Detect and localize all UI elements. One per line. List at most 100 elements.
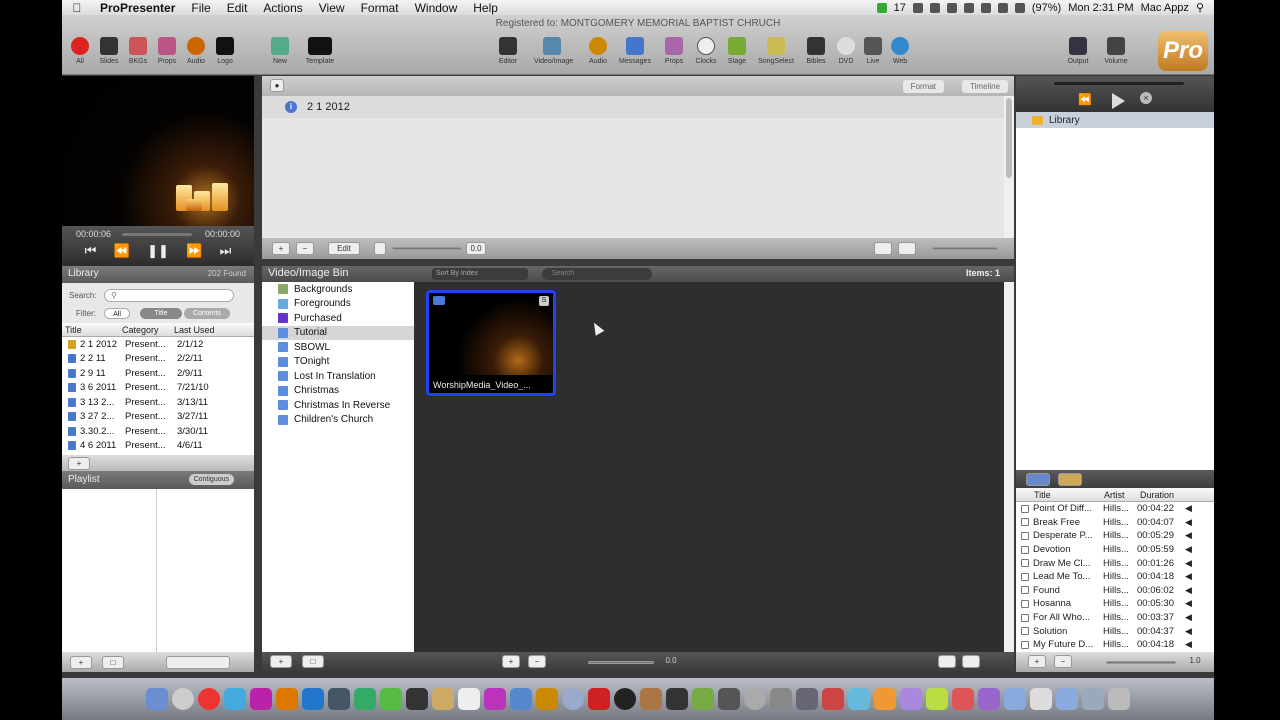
col-song-title[interactable]: Title [1016, 490, 1104, 500]
song-row[interactable]: Break Free Hills... 00:04:07 ◀ [1016, 516, 1214, 530]
bin-folder-item[interactable]: Children's Church [262, 413, 414, 428]
downloads-folder-icon[interactable] [1004, 688, 1026, 710]
audio-folder-button[interactable] [1058, 473, 1082, 486]
menubar-user[interactable]: Mac Appz [1141, 2, 1189, 14]
library-row[interactable]: 3 6 2011 Present... 7/21/10 [62, 381, 254, 396]
play-song-icon[interactable]: ◀ [1185, 612, 1192, 623]
library-add-button[interactable]: + [68, 457, 90, 470]
song-row[interactable]: Found Hills... 00:06:02 ◀ [1016, 584, 1214, 598]
lock-icon[interactable]: ● [270, 79, 284, 92]
filter-title-toggle[interactable]: Title [140, 308, 182, 319]
playlist-body[interactable] [62, 489, 254, 652]
clock-icon[interactable] [963, 2, 974, 13]
filter-select[interactable]: All [104, 308, 130, 319]
documents-icon[interactable] [1030, 688, 1052, 710]
toolbar-output-button[interactable]: Output [1060, 37, 1096, 65]
folder-icon[interactable] [1082, 688, 1104, 710]
col-artist[interactable]: Artist [1104, 490, 1140, 500]
song-row[interactable]: For All Who... Hills... 00:03:37 ◀ [1016, 611, 1214, 625]
toolbar-volume-button[interactable]: Volume [1098, 37, 1134, 65]
app-icon[interactable] [744, 688, 766, 710]
song-row[interactable]: Lead Me To... Hills... 00:04:18 ◀ [1016, 570, 1214, 584]
menu-actions[interactable]: Actions [255, 1, 310, 15]
battery-status[interactable]: (97%) [1032, 2, 1061, 14]
skip-back-icon[interactable]: ⏮ [85, 243, 97, 259]
document-item-row[interactable]: i 2 1 2012 [262, 96, 1004, 118]
menu-help[interactable]: Help [465, 1, 506, 15]
song-row[interactable]: Desperate P... Hills... 00:05:29 ◀ [1016, 529, 1214, 543]
toolbar-new-button[interactable]: New [262, 37, 298, 65]
app-icon[interactable] [926, 688, 948, 710]
app-icon[interactable] [588, 688, 610, 710]
playlist-add-button[interactable]: + [70, 656, 92, 669]
app-icon[interactable] [692, 688, 714, 710]
app-icon[interactable] [614, 688, 636, 710]
toolbar-stage-button[interactable]: Stage [719, 37, 755, 65]
library-row[interactable]: 3 13 2... Present... 3/13/11 [62, 395, 254, 410]
rewind-icon[interactable]: ⏪ [114, 243, 130, 259]
tab-format[interactable]: Format [902, 80, 944, 93]
bin-folder-item[interactable]: Christmas In Reverse [262, 398, 414, 413]
menu-app[interactable]: ProPresenter [92, 1, 183, 15]
grid-view-icon[interactable] [874, 242, 892, 255]
app-icon[interactable] [952, 688, 974, 710]
col-title[interactable]: Title [62, 325, 122, 335]
audio-view-button[interactable] [1026, 473, 1050, 486]
action-badge-icon[interactable]: S [539, 296, 549, 306]
skip-forward-icon[interactable]: ⏭ [220, 243, 232, 259]
bin-folder-item[interactable]: Christmas [262, 384, 414, 399]
fast-forward-icon[interactable]: ⏩ [186, 243, 202, 259]
folder-icon[interactable] [1056, 688, 1078, 710]
dreamweaver-icon[interactable] [354, 688, 376, 710]
toolbar-messages-button[interactable]: Messages [617, 37, 653, 65]
play-song-icon[interactable]: ◀ [1185, 503, 1192, 514]
bin-remove-media-button[interactable]: − [528, 655, 546, 668]
playlist-mode-button[interactable]: Contiguous [188, 474, 234, 485]
toolbar-songselect-button[interactable]: SongSelect [758, 37, 794, 65]
library-search-input[interactable]: ⚲ [104, 289, 234, 302]
app-icon[interactable] [380, 688, 402, 710]
audio-play-icon[interactable] [1112, 93, 1125, 109]
toolbar-logo-button[interactable]: Logo [207, 37, 243, 65]
app-icon[interactable] [822, 688, 844, 710]
media-thumbnail[interactable]: S WorshipMedia_Video_... [426, 290, 556, 396]
propresenter-dock-icon[interactable] [536, 688, 558, 710]
indesign-icon[interactable] [250, 688, 272, 710]
bin-folder-item[interactable]: Lost In Translation [262, 369, 414, 384]
play-song-icon[interactable]: ◀ [1185, 571, 1192, 582]
menubar-clock[interactable]: Mon 2:31 PM [1068, 2, 1133, 14]
playback-scrubber[interactable] [122, 233, 192, 236]
library-row[interactable]: 2 9 11 Present... 2/9/11 [62, 366, 254, 381]
menu-file[interactable]: File [183, 1, 218, 15]
app-icon[interactable] [666, 688, 688, 710]
app-icon[interactable] [848, 688, 870, 710]
play-song-icon[interactable]: ◀ [1185, 558, 1192, 569]
bin-folder-item[interactable]: TOnight [262, 355, 414, 370]
toolbar-audio2-button[interactable]: Audio [580, 37, 616, 65]
bin-scrollbar[interactable] [1004, 282, 1014, 652]
song-row[interactable]: Hosanna Hills... 00:05:30 ◀ [1016, 597, 1214, 611]
library-row[interactable]: 3.30.2... Present... 3/30/11 [62, 424, 254, 439]
song-row[interactable]: Draw Me Cl... Hills... 00:01:26 ◀ [1016, 556, 1214, 570]
toolbar-video-image-button[interactable]: Video/Image [534, 37, 573, 65]
bin-folder-item[interactable]: Tutorial [262, 325, 414, 340]
remove-slide-button[interactable]: − [296, 242, 314, 255]
finder-icon[interactable] [146, 688, 168, 710]
playlist-folder-button[interactable]: □ [102, 656, 124, 669]
library-row[interactable]: 4 6 2011 Present... 4/6/11 [62, 439, 254, 454]
volume-icon[interactable] [1014, 2, 1025, 13]
song-row[interactable]: Solution Hills... 00:04:37 ◀ [1016, 624, 1214, 638]
app-icon[interactable] [770, 688, 792, 710]
pause-icon[interactable]: ❚❚ [147, 243, 169, 259]
menu-edit[interactable]: Edit [219, 1, 256, 15]
menu-view[interactable]: View [311, 1, 353, 15]
app-icon[interactable] [484, 688, 506, 710]
bin-playlist-button[interactable]: □ [302, 655, 324, 668]
spotlight-icon[interactable]: ⚲ [1196, 1, 1204, 14]
add-slide-button[interactable]: + [272, 242, 290, 255]
audio-stop-icon[interactable]: × [1140, 92, 1152, 104]
safari-icon[interactable] [172, 688, 194, 710]
app-icon[interactable] [978, 688, 1000, 710]
bin-folder-item[interactable]: Foregrounds [262, 297, 414, 312]
app-icon[interactable] [562, 688, 584, 710]
